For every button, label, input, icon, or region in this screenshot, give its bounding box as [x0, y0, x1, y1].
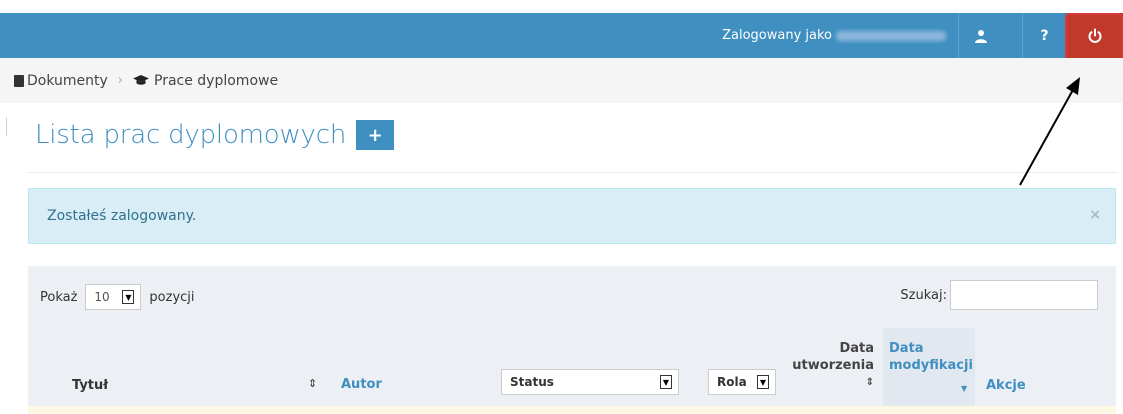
column-title[interactable]: Tytuł — [72, 378, 108, 393]
alert-message: Zostałeś zalogowany. — [47, 208, 197, 224]
sort-icon[interactable]: ⇕ — [308, 377, 317, 390]
search-input[interactable] — [950, 280, 1098, 310]
breadcrumb: Dokumenty › Prace dyplomowe — [0, 58, 1123, 103]
user-icon — [974, 29, 987, 43]
breadcrumb-item-documents[interactable]: Dokumenty — [0, 73, 108, 89]
page-header: Lista prac dyplomowych + — [35, 120, 395, 150]
breadcrumb-separator: › — [117, 73, 123, 88]
divider — [28, 172, 1118, 173]
graduation-cap-icon — [133, 75, 149, 85]
column-label: utworzenia — [792, 358, 874, 373]
chevron-down-icon: ▼ — [757, 375, 769, 389]
role-filter-label: Rola — [717, 375, 747, 389]
table-header-row: Tytuł ⇕ Autor Status ▼ Rola ▼ Data utwor… — [28, 328, 1116, 414]
top-navbar: Zalogowany jako ? — [0, 13, 1123, 58]
close-icon[interactable]: × — [1089, 207, 1101, 223]
page-size-value: 10 — [94, 290, 110, 304]
profile-button[interactable] — [958, 13, 1002, 58]
page-size-control: Pokaż 10 ▼ pozycji — [40, 284, 195, 310]
chevron-down-icon: ▼ — [660, 375, 672, 389]
column-modified-date[interactable]: Data modyfikacji — [889, 340, 973, 374]
column-author[interactable]: Autor — [341, 377, 382, 392]
sort-icon: ⇕ — [865, 377, 874, 388]
column-label: Data — [889, 341, 924, 356]
breadcrumb-item-theses[interactable]: Prace dyplomowe — [133, 73, 278, 89]
help-button[interactable]: ? — [1022, 13, 1066, 58]
show-label: Pokaż — [40, 289, 78, 305]
role-filter-select[interactable]: Rola ▼ — [708, 369, 776, 395]
status-filter-select[interactable]: Status ▼ — [501, 369, 679, 395]
plus-icon: + — [367, 124, 383, 146]
logout-button[interactable] — [1067, 13, 1123, 58]
logged-in-user: Zalogowany jako — [722, 13, 946, 58]
chevron-down-icon: ▼ — [122, 290, 135, 304]
search-label: Szukaj: — [900, 287, 947, 303]
table-row — [28, 406, 1116, 414]
search-control: Szukaj: — [900, 280, 1098, 310]
sort-desc-icon: ▼ — [961, 384, 968, 393]
logged-in-label: Zalogowany jako — [722, 28, 832, 43]
column-label: modyfikacji — [889, 358, 973, 373]
column-created-date[interactable]: Data utworzenia ⇕ — [788, 340, 874, 391]
show-suffix-label: pozycji — [149, 289, 195, 305]
help-label: ? — [1040, 27, 1049, 44]
add-thesis-button[interactable]: + — [356, 120, 395, 150]
breadcrumb-label: Dokumenty — [27, 72, 108, 89]
breadcrumb-label: Prace dyplomowe — [154, 72, 279, 89]
column-label: Data — [839, 341, 874, 356]
power-icon — [1088, 28, 1102, 43]
document-icon — [14, 74, 24, 87]
status-filter-label: Status — [510, 375, 554, 389]
user-name-redacted — [836, 30, 946, 41]
login-success-alert: Zostałeś zalogowany. × — [28, 188, 1116, 244]
page-title: Lista prac dyplomowych — [35, 120, 347, 150]
column-actions: Akcje — [986, 378, 1026, 393]
divider — [6, 118, 7, 136]
page-size-select[interactable]: 10 ▼ — [85, 284, 142, 310]
theses-table: Pokaż 10 ▼ pozycji Szukaj: Tytuł ⇕ Autor… — [28, 266, 1116, 414]
